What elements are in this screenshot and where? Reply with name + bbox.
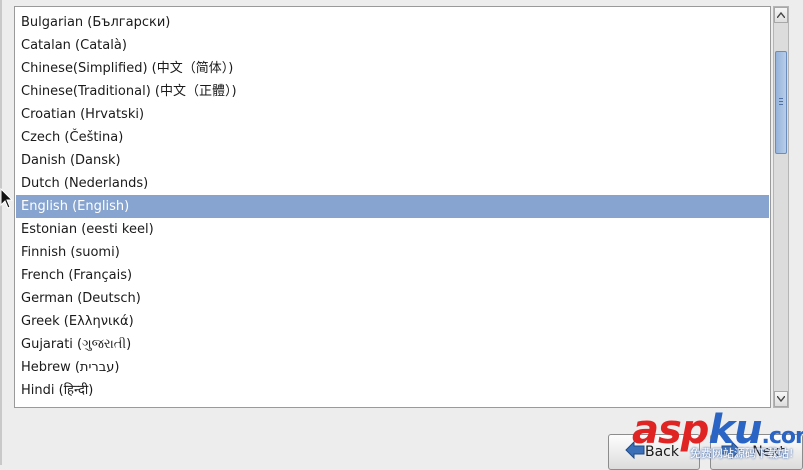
window-edge bbox=[0, 0, 2, 465]
back-button-label: Back bbox=[645, 444, 679, 460]
list-item[interactable]: Finnish (suomi) bbox=[16, 241, 769, 264]
arrow-up-icon bbox=[777, 12, 785, 18]
list-item[interactable]: Estonian (eesti keel) bbox=[16, 218, 769, 241]
list-item-selected[interactable]: English (English) bbox=[16, 195, 769, 218]
list-item[interactable]: Hebrew (עברית) bbox=[16, 356, 769, 379]
list-item[interactable]: Dutch (Nederlands) bbox=[16, 172, 769, 195]
scroll-thumb[interactable] bbox=[775, 51, 787, 154]
list-item[interactable]: Chinese(Simplified) (中文（简体）) bbox=[16, 57, 769, 80]
language-list-scrollbar[interactable] bbox=[773, 6, 789, 408]
list-item[interactable]: German (Deutsch) bbox=[16, 287, 769, 310]
scroll-up-button[interactable] bbox=[774, 7, 788, 23]
list-item[interactable]: Danish (Dansk) bbox=[16, 149, 769, 172]
list-item[interactable]: Czech (Čeština) bbox=[16, 126, 769, 149]
list-item[interactable]: Bulgarian (Български) bbox=[16, 11, 769, 34]
mouse-pointer-icon bbox=[0, 188, 14, 209]
next-arrow-icon bbox=[721, 441, 741, 459]
language-list[interactable]: Bulgarian (Български) Catalan (Català) Chi… bbox=[14, 6, 771, 408]
arrow-down-icon bbox=[777, 396, 785, 402]
list-item[interactable]: Hindi (हिन्दी) bbox=[16, 379, 769, 402]
list-item[interactable]: Catalan (Català) bbox=[16, 34, 769, 57]
next-button-label: Next bbox=[752, 444, 785, 460]
grip-line bbox=[779, 101, 783, 102]
back-arrow-icon bbox=[625, 441, 645, 459]
list-item[interactable]: French (Français) bbox=[16, 264, 769, 287]
language-list-items: Bulgarian (Български) Catalan (Català) Chi… bbox=[16, 11, 769, 402]
list-item[interactable]: Chinese(Traditional) (中文（正體）) bbox=[16, 80, 769, 103]
list-item[interactable]: Greek (Ελληνικά) bbox=[16, 310, 769, 333]
list-item[interactable]: Croatian (Hrvatski) bbox=[16, 103, 769, 126]
grip-line bbox=[779, 104, 783, 105]
grip-line bbox=[779, 98, 783, 99]
list-item[interactable]: Gujarati (ગુજરાતી) bbox=[16, 333, 769, 356]
scroll-down-button[interactable] bbox=[774, 391, 788, 407]
